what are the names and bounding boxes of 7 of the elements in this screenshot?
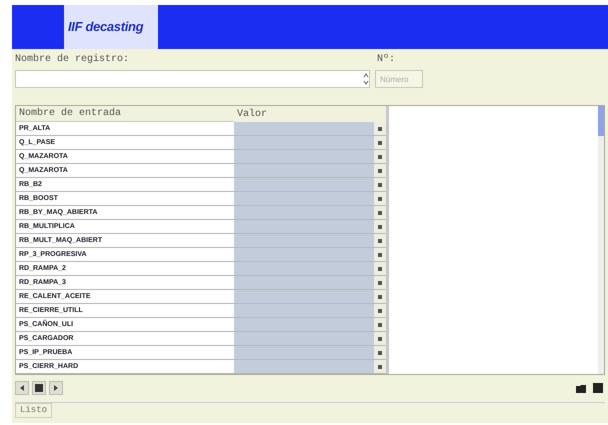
logo: IIF decasting — [68, 18, 144, 36]
column-header: Valor — [236, 108, 268, 122]
number-field[interactable]: Número — [375, 70, 423, 88]
field-label: Nº: — [377, 53, 396, 67]
field-label: Nombre de registro: — [15, 52, 130, 67]
column-header: Nombre de entrada — [16, 106, 234, 122]
status-text: Listo — [15, 402, 52, 418]
